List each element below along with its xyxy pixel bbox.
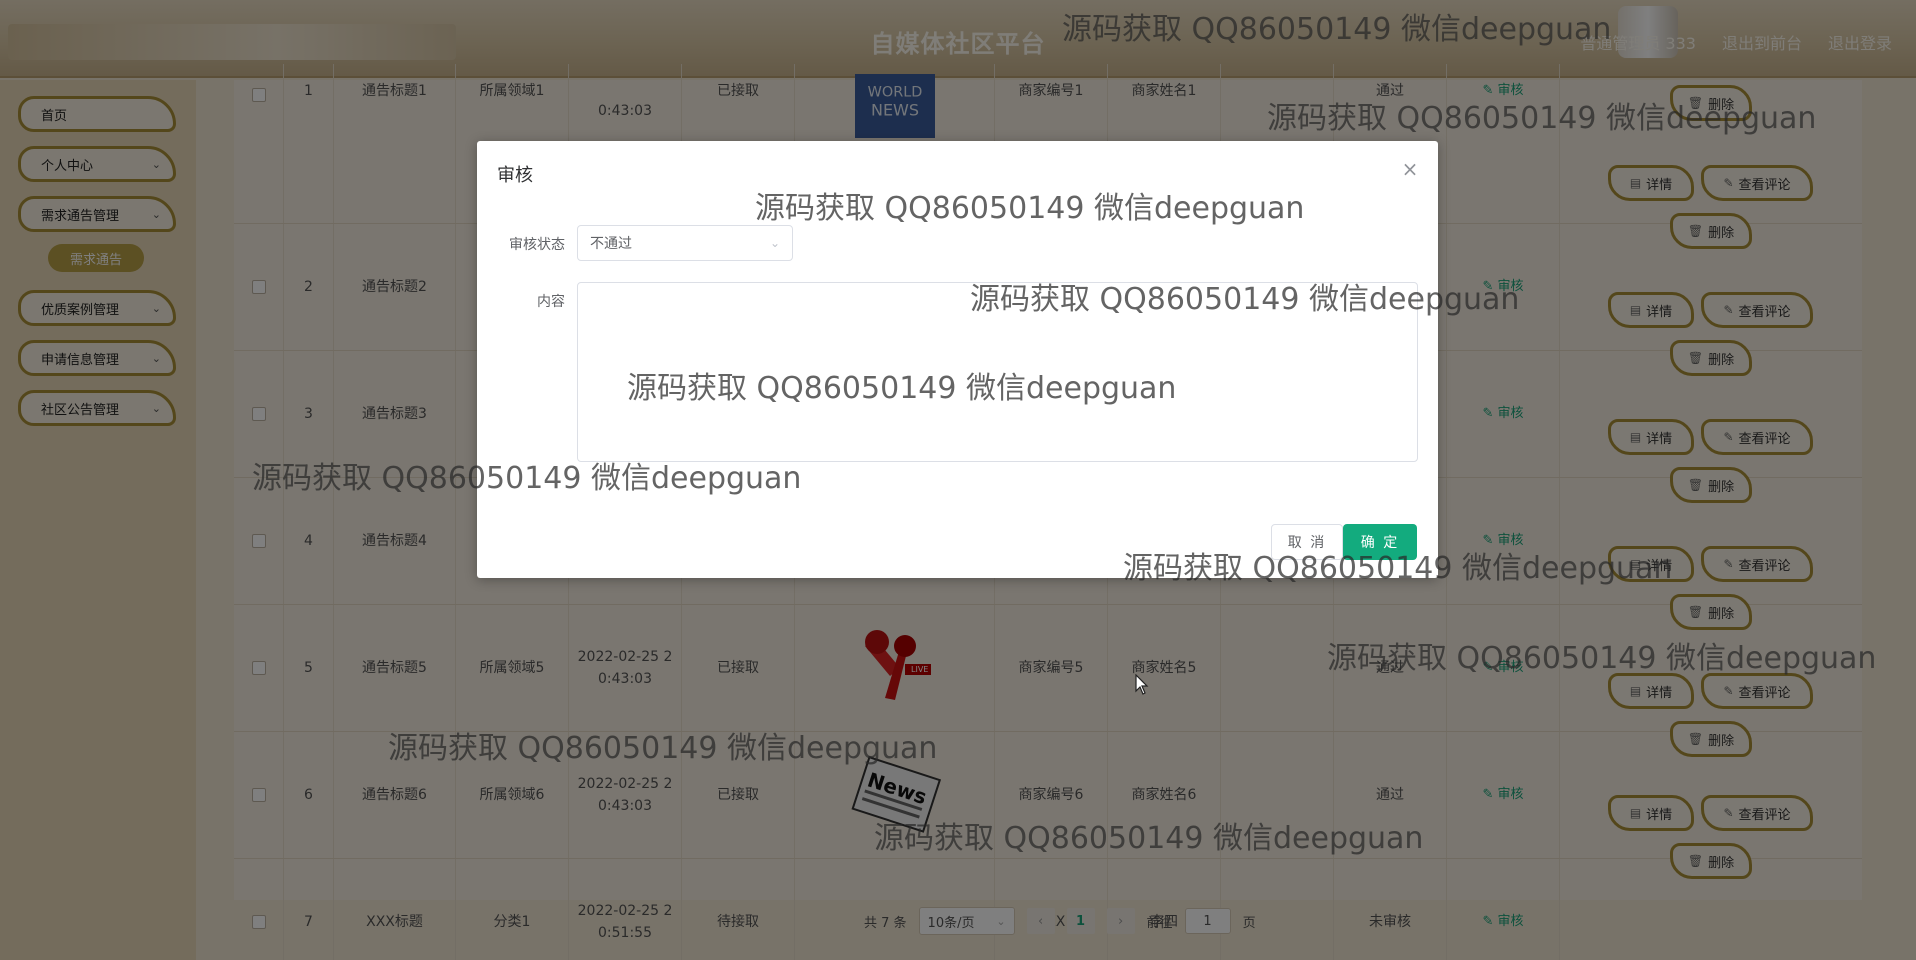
confirm-button[interactable]: 确 定 [1343,524,1417,560]
cancel-button[interactable]: 取 消 [1271,524,1343,560]
audit-dialog: 审核 × 审核状态 不通过 ⌄ 内容 取 消 确 定 [477,141,1438,578]
dialog-title: 审核 [497,165,533,186]
close-icon[interactable]: × [1398,157,1422,181]
mouse-cursor-icon [1135,674,1149,695]
audit-status-value: 不通过 [590,236,632,252]
chevron-down-icon: ⌄ [769,236,780,250]
audit-status-select[interactable]: 不通过 ⌄ [577,225,793,261]
audit-status-label: 审核状态 [509,237,565,253]
content-label: 内容 [537,294,565,310]
content-textarea[interactable] [577,282,1418,462]
